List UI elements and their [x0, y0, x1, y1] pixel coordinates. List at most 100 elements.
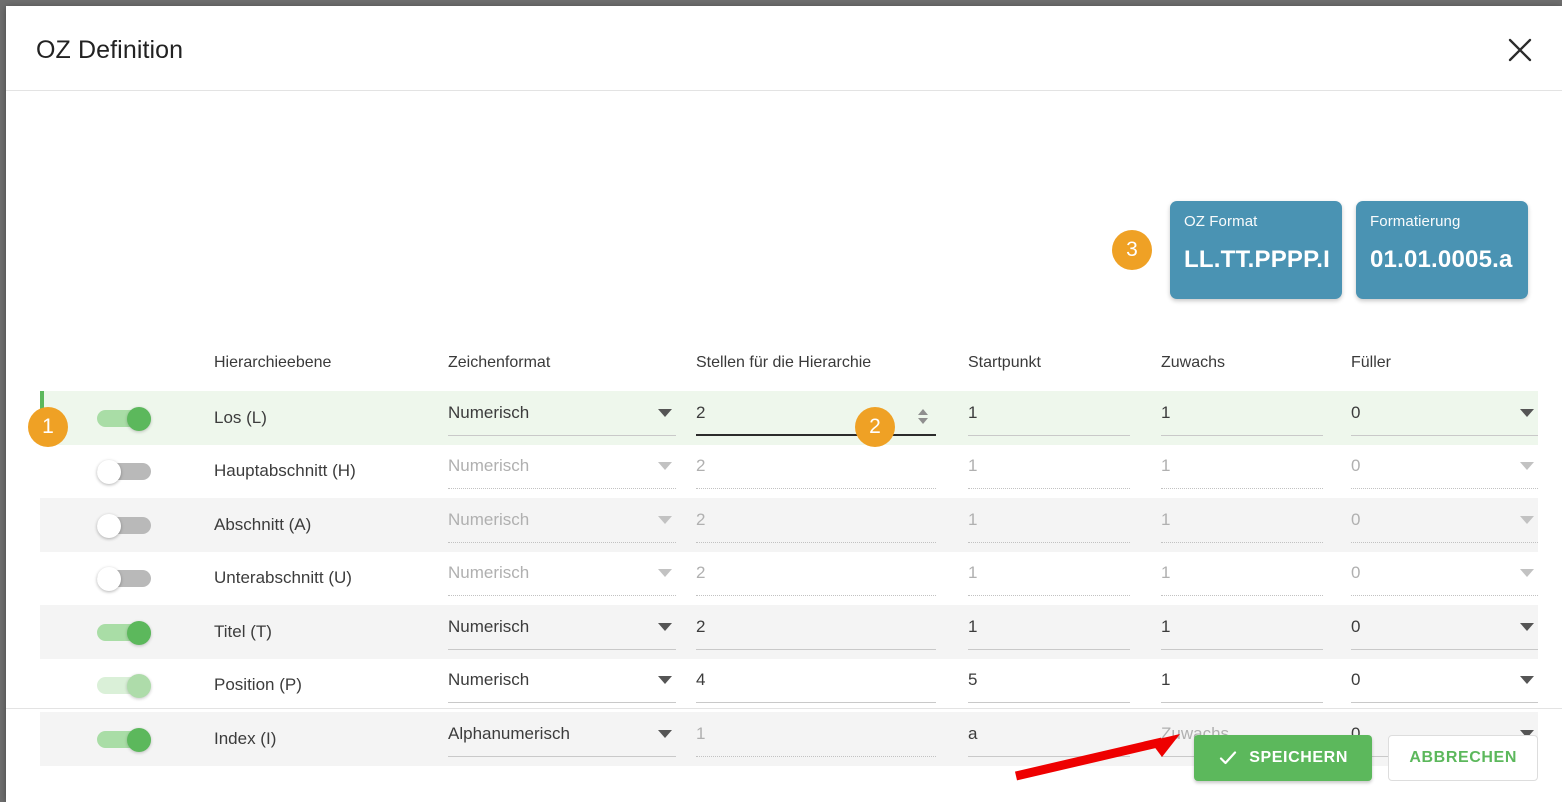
chevron-down-icon — [658, 676, 672, 685]
cancel-button[interactable]: ABBRECHEN — [1388, 735, 1538, 781]
column-header-zeichenformat: Zeichenformat — [448, 354, 551, 371]
row-filler-select: 0 — [1351, 560, 1538, 597]
dialog-header: OZ Definition — [6, 6, 1562, 91]
toggle-knob — [97, 567, 121, 592]
row-format-select: Numerisch — [448, 507, 676, 543]
field-underline — [696, 648, 936, 650]
row-toggle-abschnitt[interactable] — [97, 513, 155, 538]
row-format-select: Numerisch — [448, 560, 676, 597]
row-format-value: Numerisch — [448, 670, 530, 690]
row-increment-value: 1 — [1161, 456, 1171, 476]
row-format-value: Numerisch — [448, 616, 530, 636]
row-format-value: Numerisch — [448, 456, 530, 476]
toggle-knob — [127, 620, 151, 645]
chevron-down-icon — [658, 569, 672, 578]
row-format-value: Numerisch — [448, 509, 530, 529]
row-format-select[interactable]: Numerisch — [448, 614, 676, 650]
row-increment-input[interactable]: 1 — [1161, 400, 1323, 436]
close-icon[interactable] — [1500, 30, 1540, 70]
row-filler-select: 0 — [1351, 507, 1538, 543]
row-digits-input: 2 — [696, 507, 936, 543]
hierarchy-table: Hierarchieebene Zeichenformat Stellen fü… — [40, 346, 1538, 766]
row-filler-select[interactable]: 0 — [1351, 614, 1538, 650]
row-digits-value: 4 — [696, 670, 706, 690]
row-toggle-hauptabschnitt[interactable] — [97, 460, 155, 485]
row-increment-input: 1 — [1161, 560, 1323, 597]
field-underline — [696, 541, 936, 543]
table-row: Unterabschnitt (U) Numerisch 2 1 1 0 — [40, 551, 1538, 605]
column-header-stellen: Stellen für die Hierarchie — [696, 354, 872, 371]
chevron-down-icon — [658, 622, 672, 631]
row-format-select[interactable]: Numerisch — [448, 400, 676, 436]
row-start-input: 1 — [968, 507, 1130, 543]
row-digits-input: 2 — [696, 560, 936, 597]
row-increment-input: 1 — [1161, 453, 1323, 490]
column-header-hierarchieebene: Hierarchieebene — [214, 354, 332, 371]
row-digits-input[interactable]: 2 — [696, 400, 936, 436]
row-digits-input[interactable]: 4 — [696, 667, 936, 704]
row-increment-input[interactable]: 1 — [1161, 614, 1323, 650]
field-underline — [1351, 648, 1538, 650]
row-toggle-titel[interactable] — [97, 620, 155, 645]
field-underline — [448, 595, 676, 597]
row-filler-value: 0 — [1351, 670, 1361, 690]
row-toggle-los[interactable] — [97, 406, 155, 431]
row-toggle-unterabschnitt[interactable] — [97, 567, 155, 592]
row-filler-select: 0 — [1351, 453, 1538, 490]
formatierung-card-label: Formatierung — [1370, 213, 1461, 230]
row-format-value: Numerisch — [448, 563, 530, 583]
field-underline — [696, 433, 936, 436]
row-filler-select[interactable]: 0 — [1351, 667, 1538, 704]
row-filler-value: 0 — [1351, 616, 1361, 636]
field-underline — [696, 488, 936, 490]
table-row: Los (L) Numerisch 2 1 1 0 — [40, 391, 1538, 445]
field-underline — [448, 488, 676, 490]
formatierung-card-value: 01.01.0005.a — [1370, 246, 1513, 273]
row-toggle-position[interactable] — [97, 674, 155, 699]
cancel-button-label: ABBRECHEN — [1409, 749, 1517, 766]
chevron-down-icon — [658, 515, 672, 524]
row-filler-value: 0 — [1351, 509, 1361, 529]
step-badge-3: 3 — [1112, 230, 1152, 270]
field-underline — [696, 595, 936, 597]
toggle-knob — [97, 513, 121, 538]
row-start-input[interactable]: 1 — [968, 400, 1130, 436]
row-start-value: 1 — [968, 509, 978, 529]
row-format-select: Numerisch — [448, 453, 676, 490]
row-filler-value: 0 — [1351, 563, 1361, 583]
row-start-input[interactable]: 5 — [968, 667, 1130, 704]
formatierung-card: Formatierung 01.01.0005.a — [1356, 201, 1528, 299]
row-digits-input[interactable]: 2 — [696, 614, 936, 650]
row-increment-value: 1 — [1161, 509, 1171, 529]
chevron-down-icon — [658, 462, 672, 471]
field-underline — [968, 648, 1130, 650]
chevron-down-icon — [1520, 622, 1534, 631]
column-header-zuwachs: Zuwachs — [1161, 354, 1226, 371]
chevron-down-icon — [1520, 569, 1534, 578]
row-digits-value: 2 — [696, 509, 706, 529]
field-underline — [448, 434, 676, 436]
stepper-up-icon[interactable] — [918, 409, 928, 416]
dialog-body: 3 OZ Format LL.TT.PPPP.I Formatierung 01… — [6, 91, 1562, 766]
field-underline — [1351, 541, 1538, 543]
row-format-select[interactable]: Numerisch — [448, 667, 676, 704]
chevron-down-icon — [1520, 462, 1534, 471]
row-level-label: Position (P) — [214, 675, 302, 695]
stepper-down-icon[interactable] — [918, 418, 928, 425]
row-start-input[interactable]: 1 — [968, 614, 1130, 650]
field-underline — [1351, 702, 1538, 704]
row-increment-input[interactable]: 1 — [1161, 667, 1323, 704]
number-stepper-icon[interactable] — [914, 402, 932, 432]
save-button[interactable]: SPEICHERN — [1194, 735, 1372, 781]
field-underline — [1161, 541, 1323, 543]
row-filler-select[interactable]: 0 — [1351, 400, 1538, 436]
field-underline — [968, 702, 1130, 704]
save-button-label: SPEICHERN — [1249, 749, 1348, 766]
column-header-startpunkt: Startpunkt — [968, 354, 1041, 371]
row-level-label: Abschnitt (A) — [214, 514, 312, 534]
chevron-down-icon — [1520, 676, 1534, 685]
field-underline — [448, 702, 676, 704]
row-level-label: Los (L) — [214, 407, 267, 427]
row-level-label: Titel (T) — [214, 621, 272, 641]
row-level-label: Hauptabschnitt (H) — [214, 461, 356, 481]
